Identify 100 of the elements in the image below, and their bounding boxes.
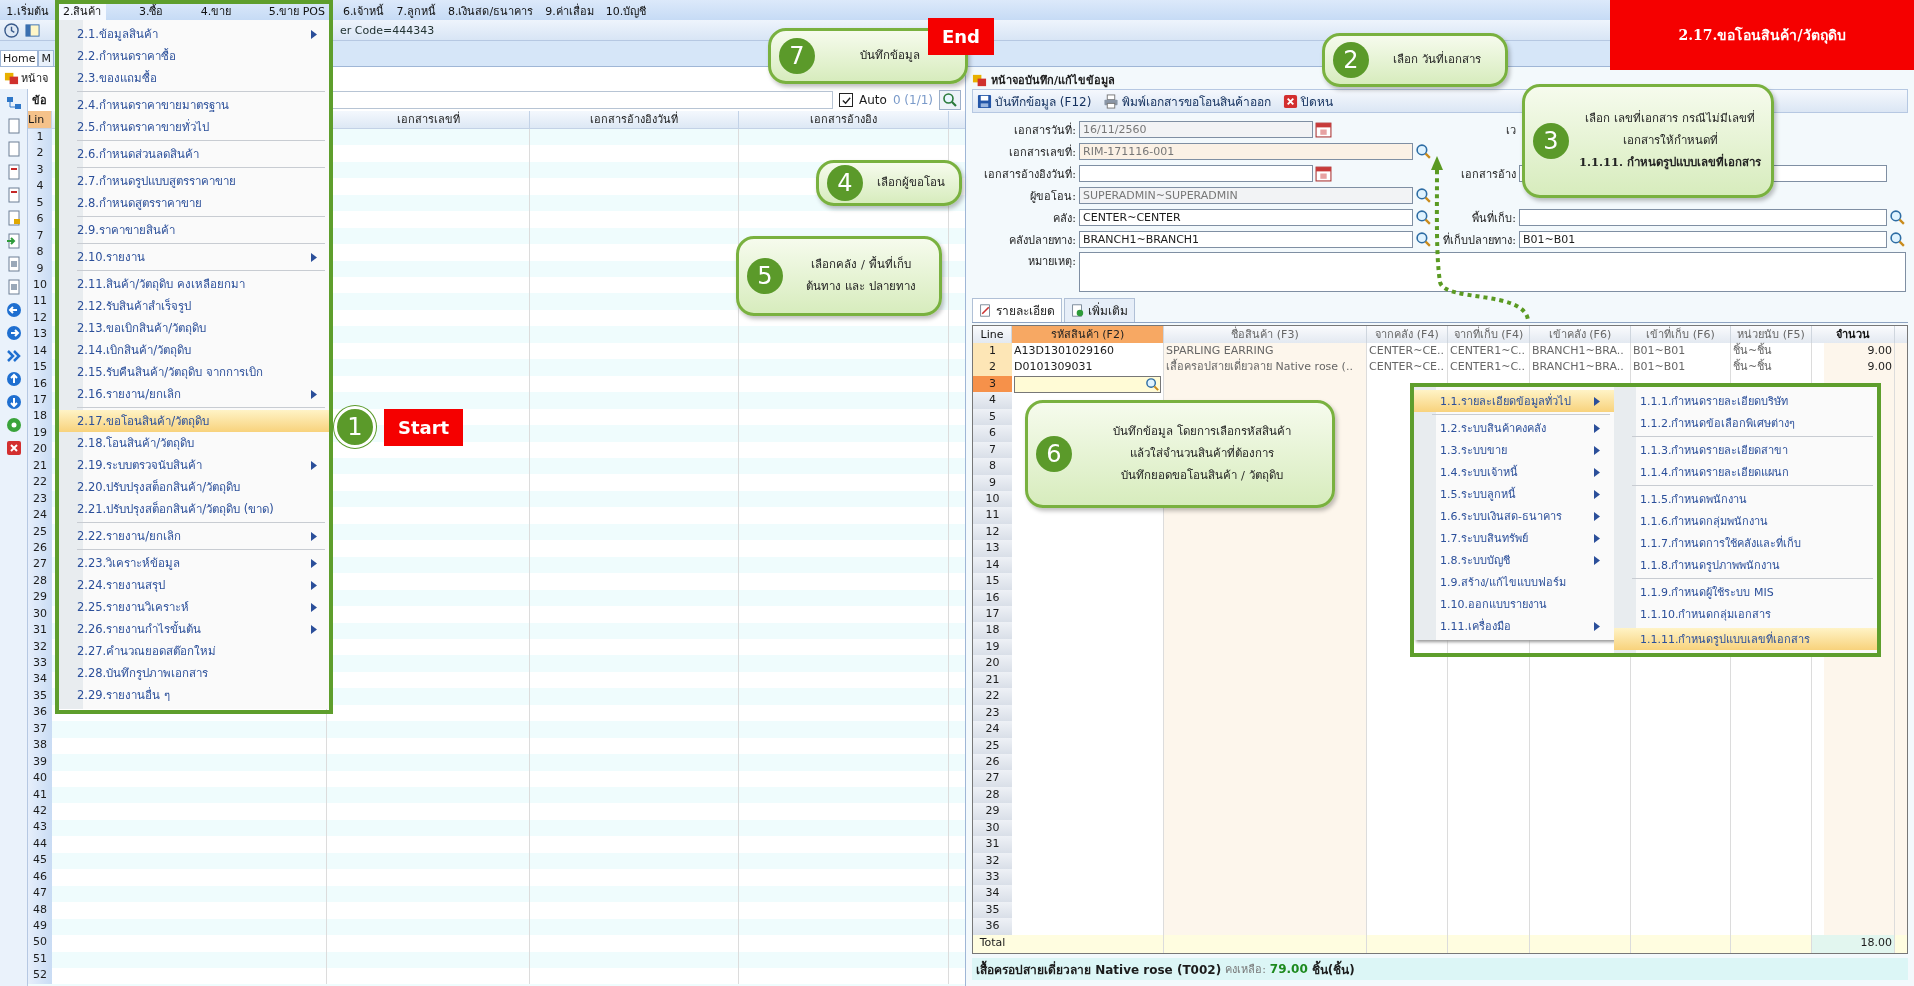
- menu-item[interactable]: 7.ลูกหนี้: [392, 4, 440, 20]
- menu-item[interactable]: 2.21.ปรับปรุงสต็อกสินค้า/วัตถุดิบ (ขาด): [59, 498, 329, 520]
- menu-item[interactable]: 1.1.10.กำหนดกลุ่มเอกสาร: [1614, 603, 1877, 625]
- column-header[interactable]: จากคลัง (F4): [1367, 326, 1448, 343]
- arrow-right-icon[interactable]: [5, 325, 22, 341]
- menu-item[interactable]: 2.3.ของแถมซื้อ: [59, 67, 329, 89]
- document-tab[interactable]: Home: [0, 50, 39, 66]
- save-button[interactable]: บันทึกข้อมูล (F12): [973, 90, 1096, 112]
- menu-item[interactable]: 1.เริ่มต้น: [2, 4, 53, 20]
- menu-item[interactable]: 2.23.วิเคราะห์ข้อมูล: [59, 552, 329, 574]
- close-icon[interactable]: [5, 440, 22, 456]
- print-button[interactable]: พิมพ์เอกสารขอโอนสินค้าออก: [1099, 90, 1276, 112]
- menu-item[interactable]: 9.ค่าเสื่อม: [541, 4, 598, 20]
- menu-item[interactable]: 1.1.5.กำหนดพนักงาน: [1614, 488, 1877, 510]
- menu-item[interactable]: 6.เจ้าหนี้: [339, 4, 389, 20]
- menu-item[interactable]: 1.11.เครื่องมือ: [1414, 615, 1614, 637]
- menu-item[interactable]: 2.10.รายงาน: [59, 246, 329, 268]
- search-icon[interactable]: [1889, 209, 1906, 226]
- import-icon[interactable]: [5, 233, 22, 249]
- search-button[interactable]: [939, 90, 961, 110]
- column-header[interactable]: เอกสารอ้างอิง: [739, 111, 949, 128]
- checklist-icon[interactable]: [5, 164, 22, 180]
- menu-item[interactable]: 2.6.กำหนดส่วนลดสินค้า: [59, 143, 329, 165]
- double-chevron-icon[interactable]: [5, 348, 22, 364]
- menu-item[interactable]: 2.12.รับสินค้าสำเร็จรูป: [59, 295, 329, 317]
- auto-checkbox[interactable]: [839, 93, 853, 107]
- input-field[interactable]: [1079, 165, 1313, 182]
- search-icon[interactable]: [1415, 209, 1432, 226]
- menu-item[interactable]: 2.28.บันทึกรูปภาพเอกสาร: [59, 662, 329, 684]
- menu-item[interactable]: 2.9.ราคาขายสินค้า: [59, 219, 329, 241]
- menu-item[interactable]: 2.14.เบิกสินค้า/วัตถุดิบ: [59, 339, 329, 361]
- menu-item[interactable]: 2.18.โอนสินค้า/วัตถุดิบ: [59, 432, 329, 454]
- arrow-up-icon[interactable]: [5, 371, 22, 387]
- menu-item[interactable]: 1.1.4.กำหนดรายละเอียดแผนก: [1614, 461, 1877, 483]
- search-icon[interactable]: [1415, 143, 1432, 160]
- menu-item[interactable]: 2.27.คำนวณยอดสต๊อกใหม่: [59, 640, 329, 662]
- menu-item[interactable]: 5.ขาย POS: [264, 4, 329, 20]
- menu-item[interactable]: 2.17.ขอโอนสินค้า/วัตถุดิบ: [59, 410, 329, 432]
- menu-item[interactable]: 1.1.2.กำหนดข้อเลือกพิเศษต่างๆ: [1614, 412, 1877, 434]
- menu-item[interactable]: 1.1.8.กำหนดรูปภาพพนักงาน: [1614, 554, 1877, 576]
- menu-item[interactable]: 1.1.6.กำหนดกลุ่มพนักงาน: [1614, 510, 1877, 532]
- menu-item[interactable]: 2.5.กำหนดราคาขายทั่วไป: [59, 116, 329, 138]
- panel-icon[interactable]: [25, 22, 40, 38]
- menu-item[interactable]: 2.11.สินค้า/วัตถุดิบ คงเหลือยกมา: [59, 273, 329, 295]
- menu-item[interactable]: 1.5.ระบบลูกหนี้: [1414, 483, 1614, 505]
- menu-item[interactable]: 2.26.รายงานกำไรขั้นต้น: [59, 618, 329, 640]
- menu-item[interactable]: 1.7.ระบบสินทรัพย์: [1414, 527, 1614, 549]
- calendar-icon[interactable]: [1315, 165, 1332, 182]
- column-header[interactable]: เข้าที่เก็บ (F6): [1631, 326, 1731, 343]
- menu-item[interactable]: 2.24.รายงานสรุป: [59, 574, 329, 596]
- menu-item[interactable]: 2.8.กำหนดสูตรราคาขาย: [59, 192, 329, 214]
- search-icon[interactable]: [1415, 187, 1432, 204]
- menu-item[interactable]: 1.3.ระบบขาย: [1414, 439, 1614, 461]
- input-field[interactable]: [1519, 209, 1887, 226]
- menu-item[interactable]: 2.2.กำหนดราคาซื้อ: [59, 45, 329, 67]
- menu-item[interactable]: 2.15.รับคืนสินค้า/วัตถุดิบ จากการเบิก: [59, 361, 329, 383]
- menu-item[interactable]: 4.ขาย: [196, 4, 236, 20]
- menu-item[interactable]: 8.เงินสด/ธนาคาร: [444, 4, 538, 20]
- menu-item[interactable]: 1.6.ระบบเงินสด-ธนาคาร: [1414, 505, 1614, 527]
- product-code-field[interactable]: [1014, 375, 1161, 393]
- tab[interactable]: เพิ่มเติม: [1064, 298, 1135, 322]
- input-field[interactable]: B01~B01: [1519, 231, 1887, 248]
- menu-item[interactable]: 1.2.ระบบสินค้าคงคลัง: [1414, 417, 1614, 439]
- menu-item[interactable]: 2.สินค้า: [59, 4, 106, 20]
- column-header[interactable]: เข้าคลัง (F6): [1530, 326, 1631, 343]
- column-header[interactable]: จำนวน: [1812, 326, 1895, 343]
- clock-icon[interactable]: [4, 22, 19, 38]
- menu-item[interactable]: 1.1.9.กำหนดผู้ใช้ระบบ MIS: [1614, 581, 1877, 603]
- search-icon[interactable]: [1145, 376, 1160, 392]
- menu-item[interactable]: 1.10.ออกแบบรายงาน: [1414, 593, 1614, 615]
- menu-item[interactable]: 10.บัญชี: [601, 4, 651, 20]
- menu-item[interactable]: 1.1.7.กำหนดการใช้คลังและที่เก็บ: [1614, 532, 1877, 554]
- menu-item[interactable]: 2.19.ระบบตรวจนับสินค้า: [59, 454, 329, 476]
- menu-item[interactable]: 1.1.รายละเอียดข้อมูลทั่วไป: [1414, 390, 1614, 412]
- input-field[interactable]: BRANCH1~BRANCH1: [1079, 231, 1413, 248]
- menu-item[interactable]: 2.25.รายงานวิเคราะห์: [59, 596, 329, 618]
- column-header[interactable]: เอกสารอ้างอิงวันที่: [530, 111, 739, 128]
- search-icon[interactable]: [1415, 231, 1432, 248]
- note-field[interactable]: [1079, 252, 1906, 292]
- document-tab[interactable]: M: [38, 50, 54, 66]
- column-header[interactable]: จากที่เก็บ (F4): [1448, 326, 1530, 343]
- menu-item[interactable]: 2.20.ปรับปรุงสต็อกสินค้า/วัตถุดิบ: [59, 476, 329, 498]
- input-field[interactable]: CENTER~CENTER: [1079, 209, 1413, 226]
- column-header[interactable]: Lin: [28, 111, 52, 128]
- menu-item[interactable]: 2.29.รายงานอื่น ๆ: [59, 684, 329, 706]
- menu-item[interactable]: 2.16.รายงาน/ยกเลิก: [59, 383, 329, 405]
- menu-item[interactable]: 1.8.ระบบบัญชี: [1414, 549, 1614, 571]
- close-button[interactable]: ปิดหน: [1279, 90, 1338, 112]
- menu-item[interactable]: 2.13.ขอเบิกสินค้า/วัตถุดิบ: [59, 317, 329, 339]
- menu-item[interactable]: 2.4.กำหนดราคาขายมาตรฐาน: [59, 94, 329, 116]
- column-header[interactable]: รหัสสินค้า (F2): [1012, 326, 1164, 343]
- menu-item[interactable]: 2.1.ข้อมูลสินค้า: [59, 23, 329, 45]
- menu-item[interactable]: 1.4.ระบบเจ้าหนี้: [1414, 461, 1614, 483]
- menu-item[interactable]: 1.9.สร้าง/แก้ไขแบบฟอร์ม: [1414, 571, 1614, 593]
- menu-item[interactable]: 1.1.3.กำหนดรายละเอียดสาขา: [1614, 439, 1877, 461]
- arrow-down-icon[interactable]: [5, 394, 22, 410]
- search-icon[interactable]: [1889, 231, 1906, 248]
- menu-item[interactable]: 2.22.รายงาน/ยกเลิก: [59, 525, 329, 547]
- calendar-icon[interactable]: [1315, 121, 1332, 138]
- column-header[interactable]: ชื่อสินค้า (F3): [1164, 326, 1367, 343]
